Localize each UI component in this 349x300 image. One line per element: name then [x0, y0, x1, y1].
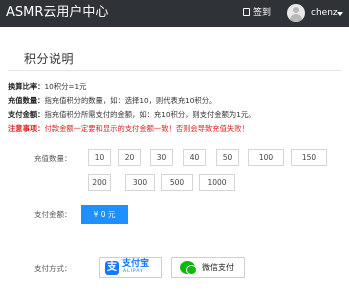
- signin-button[interactable]: 签到: [243, 7, 271, 19]
- amount-option[interactable]: 300: [125, 174, 155, 191]
- amount-option[interactable]: 500: [161, 174, 193, 191]
- info-pay-text: 指充值积分所需支付的金额，如：充10积分，则支付金额为1元。: [44, 110, 256, 119]
- brand-title[interactable]: ASMR云用户中心: [6, 5, 108, 21]
- amount-option[interactable]: 150: [291, 149, 327, 166]
- top-navbar: ASMR云用户中心 签到 chenz: [0, 0, 349, 27]
- info-pay-line: 支付金额：指充值积分所需支付的金额，如：充10积分，则支付金额为1元。: [8, 110, 255, 120]
- info-pay-label: 支付金额：: [8, 110, 45, 119]
- info-rate-text: 10积分=1元: [44, 82, 87, 91]
- info-warning-label: 注意事项：: [8, 124, 45, 133]
- alipay-button[interactable]: 支 支付宝 ALIPAY: [99, 257, 162, 278]
- username-label[interactable]: chenz: [311, 7, 338, 19]
- amount-option[interactable]: 40: [183, 149, 206, 166]
- amount-option[interactable]: 50: [216, 149, 239, 166]
- avatar-head-shape: [293, 7, 299, 13]
- payment-amount-value: ¥ 0 元: [81, 205, 128, 224]
- amount-option[interactable]: 30: [150, 149, 173, 166]
- section-divider: [8, 70, 341, 71]
- amount-option[interactable]: 20: [118, 149, 141, 166]
- wechat-bubble: [186, 265, 197, 275]
- info-rate-label: 换算比率：: [8, 82, 45, 91]
- section-title: 积分说明: [24, 52, 75, 66]
- recharge-amount-label: 充值数量：: [34, 154, 72, 163]
- info-warning-text: 付款金额一定要和显示的支付金额一致！否则会导致充值失败！: [44, 124, 249, 133]
- amount-option[interactable]: 10: [88, 149, 111, 166]
- info-qty-text: 指充值积分的数量，如：选择10，则代表充10积分。: [44, 96, 217, 105]
- signin-label: 签到: [253, 8, 272, 18]
- avatar-body-shape: [290, 14, 302, 22]
- info-rate-line: 换算比率：10积分=1元: [8, 82, 86, 92]
- payment-amount-label: 支付金额：: [34, 210, 72, 219]
- avatar[interactable]: [287, 4, 305, 22]
- calendar-check-icon: [243, 8, 250, 16]
- wechat-pay-logo: [180, 261, 197, 275]
- amount-option[interactable]: 200: [88, 174, 111, 191]
- alipay-subtitle: ALIPAY: [123, 269, 144, 274]
- payment-method-label: 支付方式：: [34, 264, 72, 273]
- caret-down-icon[interactable]: [337, 12, 343, 16]
- wechat-pay-button[interactable]: 微信支付: [171, 257, 245, 278]
- wechat-pay-name: 微信支付: [202, 263, 234, 272]
- info-qty-line: 充值数量：指充值积分的数量，如：选择10，则代表充10积分。: [8, 96, 216, 106]
- info-warning-line: 注意事项：付款金额一定要和显示的支付金额一致！否则会导致充值失败！: [8, 124, 249, 134]
- info-qty-label: 充值数量：: [8, 96, 45, 105]
- amount-option[interactable]: 1000: [199, 174, 235, 191]
- amount-option[interactable]: 100: [248, 149, 284, 166]
- alipay-logo: 支: [105, 261, 119, 275]
